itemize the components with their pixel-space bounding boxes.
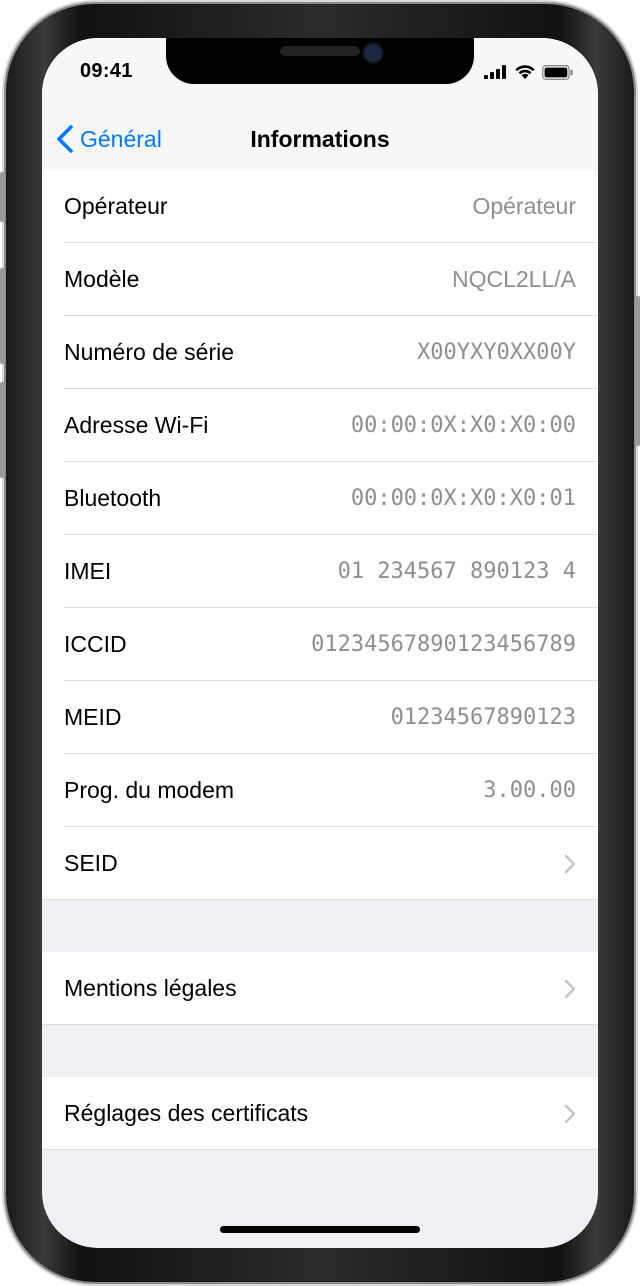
row-modem-firmware: Prog. du modem 3.00.00: [42, 754, 598, 827]
page-title: Informations: [250, 126, 390, 152]
row-value: 01234567890123456789: [311, 632, 576, 657]
row-label: Mentions légales: [64, 975, 237, 1001]
row-serial-number: Numéro de série X00YXY0XX00Y: [42, 316, 598, 389]
section-spacer: [42, 900, 598, 952]
row-value: 01234567890123: [390, 705, 576, 730]
cellular-signal-icon: [484, 65, 506, 79]
certificates-group: Réglages des certificats: [42, 1077, 598, 1150]
row-label: SEID: [64, 850, 118, 876]
chevron-right-icon: [564, 1104, 576, 1123]
row-meid: MEID 01234567890123: [42, 681, 598, 754]
chevron-right-icon: [564, 854, 576, 873]
status-time: 09:41: [80, 60, 133, 82]
battery-icon: [542, 64, 573, 80]
wifi-icon: [515, 65, 535, 79]
row-operator: Opérateur Opérateur: [42, 170, 598, 243]
row-label: IMEI: [64, 558, 112, 584]
row-value: NQCL2LL/A: [451, 266, 576, 292]
row-value: Opérateur: [472, 193, 576, 219]
row-value: 3.00.00: [483, 778, 576, 803]
row-value: 00:00:0X:X0:X0:01: [350, 486, 576, 511]
row-label: Opérateur: [64, 193, 168, 219]
row-label: Adresse Wi-Fi: [64, 412, 209, 438]
home-indicator[interactable]: [220, 1226, 420, 1233]
section-spacer: [42, 1025, 598, 1077]
row-label: Modèle: [64, 266, 140, 292]
row-wifi-address: Adresse Wi-Fi 00:00:0X:X0:X0:00: [42, 389, 598, 462]
row-label: ICCID: [64, 631, 127, 657]
side-button: [635, 296, 640, 446]
row-label: Bluetooth: [64, 485, 162, 511]
screen: 09:41 Général Informations Opérateur Opé…: [42, 38, 598, 1248]
navigation-bar: Général Informations: [42, 110, 598, 171]
row-legal-notices[interactable]: Mentions légales: [42, 952, 598, 1025]
row-value: 00:00:0X:X0:X0:00: [350, 413, 576, 438]
volume-down-button: [0, 382, 5, 478]
notch: [166, 38, 474, 84]
row-iccid: ICCID 01234567890123456789: [42, 608, 598, 681]
row-label: Numéro de série: [64, 339, 235, 365]
row-seid[interactable]: SEID: [42, 827, 598, 900]
chevron-right-icon: [564, 979, 576, 998]
row-label: Prog. du modem: [64, 777, 235, 803]
row-model[interactable]: Modèle NQCL2LL/A: [42, 243, 598, 316]
row-imei: IMEI 01 234567 890123 4: [42, 535, 598, 608]
row-bluetooth: Bluetooth 00:00:0X:X0:X0:01: [42, 462, 598, 535]
row-value: 01 234567 890123 4: [337, 559, 576, 584]
speaker-grille: [280, 46, 360, 56]
row-label: MEID: [64, 704, 122, 730]
volume-up-button: [0, 268, 5, 364]
status-icons: [484, 64, 574, 80]
row-label: Réglages des certificats: [64, 1100, 309, 1126]
row-value: X00YXY0XX00Y: [417, 340, 576, 365]
mute-switch: [0, 172, 5, 222]
row-certificate-settings[interactable]: Réglages des certificats: [42, 1077, 598, 1150]
info-group: Opérateur Opérateur Modèle NQCL2LL/A Num…: [42, 170, 598, 900]
front-camera: [362, 42, 384, 64]
legal-group: Mentions légales: [42, 952, 598, 1025]
settings-list: Opérateur Opérateur Modèle NQCL2LL/A Num…: [42, 170, 598, 1150]
